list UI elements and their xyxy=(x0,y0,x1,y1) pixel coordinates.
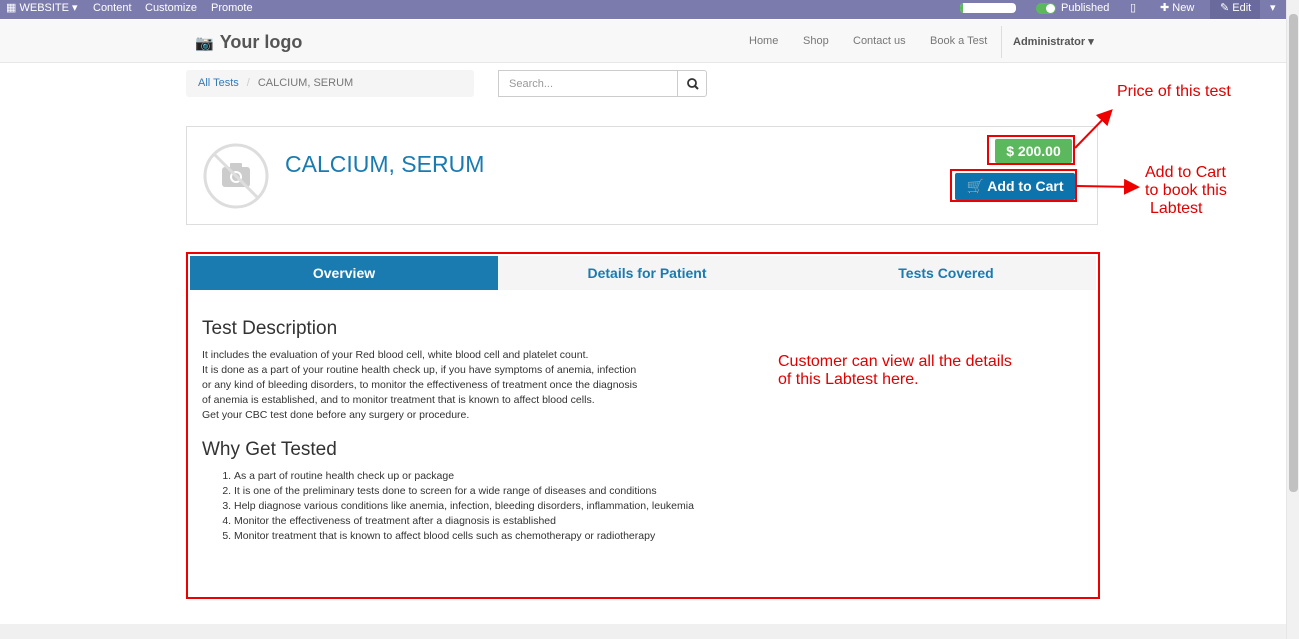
overview-content: Test Description It includes the evaluat… xyxy=(202,318,762,544)
nav-book-a-test[interactable]: Book a Test xyxy=(930,35,987,47)
page-scrollbar[interactable] xyxy=(1286,0,1299,639)
camera-icon: 📷 xyxy=(195,35,214,52)
footer-strip xyxy=(0,624,1286,639)
caret-down-icon: ▾ xyxy=(1088,36,1094,48)
search-form xyxy=(498,70,707,97)
details-panel: Overview Details for Patient Tests Cover… xyxy=(186,252,1100,599)
nav-home[interactable]: Home xyxy=(749,35,778,47)
website-menu-label: WEBSITE xyxy=(19,2,69,14)
customize-menu[interactable]: Customize xyxy=(145,0,197,19)
annotation-details-line-2: of this Labtest here. xyxy=(778,371,919,388)
website-menu[interactable]: ▦ WEBSITE ▾ xyxy=(6,0,78,19)
tab-details-for-patient[interactable]: Details for Patient xyxy=(498,256,796,290)
annotation-price: Price of this test xyxy=(1117,83,1231,100)
plus-icon: ✚ xyxy=(1160,2,1170,14)
annotation-cart-line-3: Labtest xyxy=(1150,200,1203,217)
published-toggle[interactable] xyxy=(1036,3,1056,14)
edit-label: Edit xyxy=(1232,2,1252,14)
promote-menu[interactable]: Promote xyxy=(211,0,253,19)
breadcrumb-all-tests[interactable]: All Tests xyxy=(198,77,239,89)
why-get-tested-heading: Why Get Tested xyxy=(202,439,337,460)
search-input[interactable] xyxy=(498,70,678,97)
description-line: It is done as a part of your routine hea… xyxy=(202,364,637,376)
nav-shop[interactable]: Shop xyxy=(803,35,829,47)
published-label: Published xyxy=(1061,2,1110,14)
content-menu[interactable]: Content xyxy=(93,0,132,19)
mobile-preview-icon[interactable]: ▯ xyxy=(1130,0,1136,19)
tab-overview[interactable]: Overview xyxy=(190,256,498,290)
test-description-heading: Test Description xyxy=(202,318,338,339)
description-line: of anemia is established, and to monitor… xyxy=(202,394,595,406)
user-menu-label: Administrator xyxy=(1013,36,1086,48)
edit-button[interactable]: ✎ Edit xyxy=(1220,0,1251,19)
new-button[interactable]: ✚ New xyxy=(1160,0,1194,19)
breadcrumb-separator: / xyxy=(246,77,250,89)
description-line: or any kind of bleeding disorders, to mo… xyxy=(202,379,638,391)
progress-bar xyxy=(960,3,1016,13)
site-logo[interactable]: 📷 Your logo xyxy=(195,32,302,53)
apps-grid-icon: ▦ xyxy=(6,2,17,14)
search-icon xyxy=(687,78,699,90)
caret-down-icon[interactable]: ▾ xyxy=(1270,0,1276,19)
site-navbar: 📷 Your logo Home Shop Contact us Book a T… xyxy=(0,20,1286,63)
cart-highlight xyxy=(950,169,1077,202)
list-item: It is one of the preliminary tests done … xyxy=(234,484,762,499)
logo-text: Your logo xyxy=(219,32,303,52)
pencil-icon: ✎ xyxy=(1220,2,1230,14)
description-line: Get your CBC test done before any surger… xyxy=(202,409,470,421)
breadcrumb-current: CALCIUM, SERUM xyxy=(257,77,354,89)
admin-bar: ▦ WEBSITE ▾ Content Customize Promote Pu… xyxy=(0,0,1286,19)
tab-bar: Overview Details for Patient Tests Cover… xyxy=(190,256,1096,290)
price-highlight xyxy=(987,135,1075,165)
list-item: Help diagnose various conditions like an… xyxy=(234,499,762,514)
list-item: Monitor the effectiveness of treatment a… xyxy=(234,514,762,529)
nav-divider xyxy=(1001,26,1002,58)
reasons-list: As a part of routine health check up or … xyxy=(234,469,762,544)
progress-fill xyxy=(960,3,963,13)
no-image-placeholder-icon xyxy=(203,143,269,209)
scrollbar-thumb[interactable] xyxy=(1289,14,1298,492)
new-label: New xyxy=(1172,2,1195,14)
user-menu[interactable]: Administrator ▾ xyxy=(1013,35,1094,48)
tab-tests-covered[interactable]: Tests Covered xyxy=(796,256,1096,290)
description-line: It includes the evaluation of your Red b… xyxy=(202,349,589,361)
list-item: As a part of routine health check up or … xyxy=(234,469,762,484)
annotation-cart-line-1: Add to Cart xyxy=(1145,164,1226,181)
annotation-cart-line-2: to book this xyxy=(1145,182,1227,199)
breadcrumb: All Tests / CALCIUM, SERUM xyxy=(186,70,474,97)
product-title: CALCIUM, SERUM xyxy=(285,151,485,177)
list-item: Monitor treatment that is known to affec… xyxy=(234,529,762,544)
caret-down-icon: ▾ xyxy=(72,2,78,14)
annotation-details-line-1: Customer can view all the details xyxy=(778,353,1012,370)
search-button[interactable] xyxy=(677,70,707,97)
nav-contact-us[interactable]: Contact us xyxy=(853,35,906,47)
